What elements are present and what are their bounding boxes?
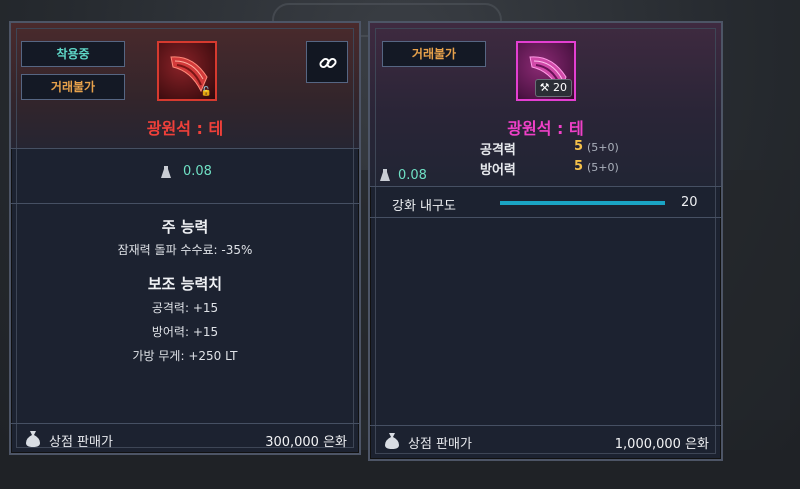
untradable-tag: 거래불가: [21, 74, 125, 100]
stat-defense-detail: (5+0): [587, 161, 619, 174]
header-divider: [11, 148, 359, 149]
durability-bar: [500, 201, 665, 205]
sub-ability-line: 방어력: +15: [151, 325, 219, 339]
shop-price-footer: 상점 판매가 300,000 은화: [11, 423, 359, 453]
equipped-item-tooltip: 착용중 거래불가 🔓 광원석 : 테 0.08 주 능력 잠재력 돌파 수수료:…: [9, 21, 361, 455]
shop-price-label: 상점 판매가: [49, 435, 113, 450]
weight-value: 0.08: [398, 168, 427, 183]
main-ability-line: 잠재력 돌파 수수료: -35%: [117, 243, 253, 257]
sub-ability-title: 보조 능력치: [147, 275, 223, 293]
link-icon: [319, 57, 337, 69]
hammer-icon: ⚒: [539, 81, 550, 94]
silver-bag-icon: [385, 433, 399, 449]
compare-item-tooltip: 거래불가 ⚒ 20 광원석 : 테 공격력 5 (5+0) 방어력 5 (5+0…: [368, 21, 723, 461]
header-divider: [370, 186, 721, 187]
item-name: 광원석 : 테: [507, 119, 584, 138]
main-ability-title: 주 능력: [161, 218, 209, 236]
enhance-badge: ⚒ 20: [534, 79, 572, 97]
weight-icon: [380, 169, 390, 181]
shop-price-value: 1,000,000 은화: [614, 437, 709, 452]
weight-icon: [161, 166, 171, 178]
sub-ability-line: 공격력: +15: [151, 301, 219, 315]
stat-attack-detail: (5+0): [587, 141, 619, 154]
sub-ability-line: 가방 무게: +250 LT: [132, 349, 238, 363]
durability-label: 강화 내구도: [392, 199, 456, 214]
shop-price-value: 300,000 은화: [265, 435, 347, 450]
stat-defense-value: 5: [574, 159, 584, 174]
crystal-item-icon: ⚒ 20: [516, 41, 576, 101]
durability-divider: [370, 217, 721, 218]
stat-attack-label: 공격력: [480, 143, 516, 158]
link-button[interactable]: [306, 41, 348, 83]
equipped-tag: 착용중: [21, 41, 125, 67]
stat-attack-value: 5: [574, 139, 584, 154]
lock-icon: 🔓: [200, 87, 212, 97]
shop-price-label: 상점 판매가: [408, 437, 472, 452]
enhance-level: 20: [553, 81, 567, 94]
shop-price-footer: 상점 판매가 1,000,000 은화: [370, 425, 721, 455]
silver-bag-icon: [26, 431, 40, 447]
weight-divider: [11, 203, 359, 204]
stat-defense-label: 방어력: [480, 163, 516, 178]
durability-value: 20: [681, 195, 698, 210]
crystal-item-icon: 🔓: [157, 41, 217, 101]
weight-value: 0.08: [183, 164, 212, 179]
untradable-tag: 거래불가: [382, 41, 486, 67]
item-name: 광원석 : 테: [146, 119, 224, 138]
